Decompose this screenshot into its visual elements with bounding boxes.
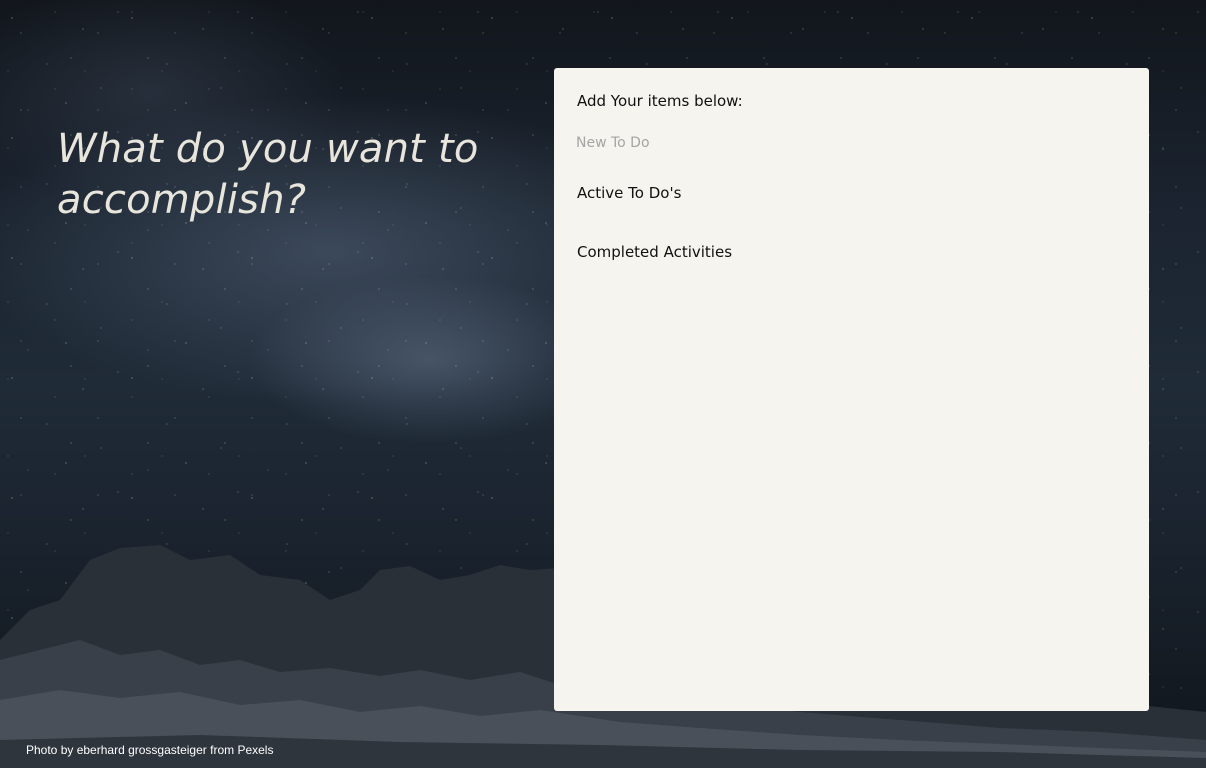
photo-credit: Photo by eberhard grossgasteiger from Pe… — [26, 743, 274, 757]
panel-heading: Add Your items below: — [577, 92, 743, 110]
active-todos-heading: Active To Do's — [577, 184, 682, 202]
headline: What do you want to accomplish? — [57, 126, 479, 223]
new-todo-input[interactable] — [576, 131, 1116, 155]
completed-activities-heading: Completed Activities — [577, 243, 733, 261]
todo-panel: Add Your items below: Active To Do's Com… — [554, 68, 1149, 711]
